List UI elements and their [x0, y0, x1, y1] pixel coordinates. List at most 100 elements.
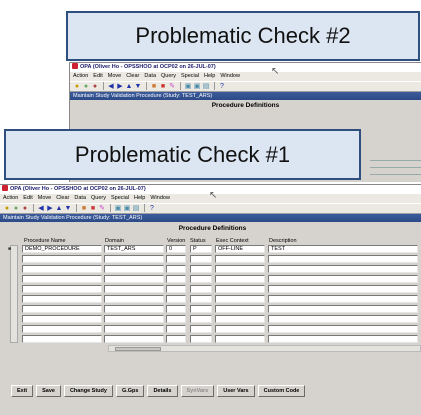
cell-version[interactable]	[166, 285, 186, 293]
cell-status[interactable]	[190, 305, 212, 313]
g-gps-button[interactable]: G.Gps	[115, 385, 145, 397]
cell-description[interactable]	[268, 295, 418, 303]
menu-move[interactable]: Move	[38, 195, 51, 201]
cell-status[interactable]	[190, 285, 212, 293]
delete-icon[interactable]: ■	[159, 82, 167, 91]
cell-status[interactable]	[190, 255, 212, 263]
save-icon[interactable]: ●	[3, 204, 11, 213]
cell-procedure-name[interactable]	[22, 315, 102, 323]
cell-exec-context[interactable]: OFF-LINE	[215, 245, 265, 253]
next-icon[interactable]: ▶	[46, 204, 54, 213]
prev-icon[interactable]: ◀	[107, 82, 115, 91]
cell-exec-context[interactable]	[215, 255, 265, 263]
cell-version[interactable]	[166, 275, 186, 283]
cell-status[interactable]	[190, 265, 212, 273]
scrollbar-thumb[interactable]	[115, 347, 161, 351]
cell-domain[interactable]	[104, 255, 164, 263]
cell-status[interactable]	[190, 295, 212, 303]
cell-domain[interactable]: TEST_ARS	[104, 245, 164, 253]
menu-edit[interactable]: Edit	[93, 73, 102, 79]
exit-icon[interactable]: ●	[21, 204, 29, 213]
insert-icon[interactable]: ■	[150, 82, 158, 91]
exit-icon[interactable]: ●	[91, 82, 99, 91]
menu-clear[interactable]: Clear	[56, 195, 69, 201]
list-icon[interactable]: ▤	[132, 204, 140, 213]
cell-status[interactable]: P	[190, 245, 212, 253]
cell-exec-context[interactable]	[215, 315, 265, 323]
delete-icon[interactable]: ■	[89, 204, 97, 213]
up-icon[interactable]: ▲	[125, 82, 133, 91]
cell-status[interactable]	[190, 325, 212, 333]
cell-version[interactable]	[166, 305, 186, 313]
cell-exec-context[interactable]	[215, 265, 265, 273]
details-button[interactable]: Details	[147, 385, 178, 397]
cell-procedure-name[interactable]	[22, 285, 102, 293]
cell-procedure-name[interactable]	[22, 305, 102, 313]
menu-help[interactable]: Help	[134, 195, 145, 201]
cell-exec-context[interactable]	[215, 285, 265, 293]
paste-icon[interactable]: ▣	[193, 82, 201, 91]
menu-special[interactable]: Special	[111, 195, 129, 201]
cell-domain[interactable]	[104, 305, 164, 313]
custom-code-button[interactable]: Custom Code	[257, 385, 306, 397]
menu-query[interactable]: Query	[91, 195, 106, 201]
cell-status[interactable]	[190, 315, 212, 323]
help-icon[interactable]: ?	[148, 204, 156, 213]
menu-clear[interactable]: Clear	[126, 73, 139, 79]
cell-version[interactable]: 0	[166, 245, 186, 253]
cell-domain[interactable]	[104, 315, 164, 323]
paste-icon[interactable]: ▣	[123, 204, 131, 213]
cell-version[interactable]	[166, 325, 186, 333]
save-icon[interactable]: ●	[73, 82, 81, 91]
menu-edit[interactable]: Edit	[23, 195, 32, 201]
up-icon[interactable]: ▲	[55, 204, 63, 213]
insert-icon[interactable]: ■	[80, 204, 88, 213]
cell-domain[interactable]	[104, 295, 164, 303]
menu-data[interactable]: Data	[144, 73, 156, 79]
list-icon[interactable]: ▤	[202, 82, 210, 91]
cell-description[interactable]	[268, 275, 418, 283]
cell-exec-context[interactable]	[215, 305, 265, 313]
horizontal-scrollbar[interactable]	[108, 345, 421, 352]
cell-exec-context[interactable]	[215, 295, 265, 303]
copy-icon[interactable]: ▣	[184, 82, 192, 91]
cell-version[interactable]	[166, 295, 186, 303]
next-icon[interactable]: ▶	[116, 82, 124, 91]
print-icon[interactable]: ●	[82, 82, 90, 91]
menu-data[interactable]: Data	[74, 195, 86, 201]
down-icon[interactable]: ▼	[64, 204, 72, 213]
menu-special[interactable]: Special	[181, 73, 199, 79]
menu-action[interactable]: Action	[73, 73, 88, 79]
cell-exec-context[interactable]	[215, 275, 265, 283]
cell-description[interactable]	[268, 285, 418, 293]
cell-description[interactable]	[268, 265, 418, 273]
down-icon[interactable]: ▼	[134, 82, 142, 91]
menu-move[interactable]: Move	[108, 73, 121, 79]
cell-description[interactable]: TEST	[268, 245, 418, 253]
cell-version[interactable]	[166, 255, 186, 263]
cell-version[interactable]	[166, 315, 186, 323]
cell-procedure-name[interactable]	[22, 295, 102, 303]
edit-icon[interactable]: ✎	[98, 204, 106, 213]
cell-description[interactable]	[268, 255, 418, 263]
prev-icon[interactable]: ◀	[37, 204, 45, 213]
menu-action[interactable]: Action	[3, 195, 18, 201]
cell-version[interactable]	[166, 335, 186, 343]
cell-procedure-name[interactable]	[22, 325, 102, 333]
cell-procedure-name[interactable]	[22, 335, 102, 343]
cell-procedure-name[interactable]: DEMO_PROCEDURE	[22, 245, 102, 253]
cell-domain[interactable]	[104, 285, 164, 293]
cell-domain[interactable]	[104, 265, 164, 273]
cell-status[interactable]	[190, 275, 212, 283]
cell-exec-context[interactable]	[215, 335, 265, 343]
cell-domain[interactable]	[104, 335, 164, 343]
cell-domain[interactable]	[104, 275, 164, 283]
cell-domain[interactable]	[104, 325, 164, 333]
exit-button[interactable]: Exit	[11, 385, 34, 397]
cell-version[interactable]	[166, 265, 186, 273]
cell-procedure-name[interactable]	[22, 265, 102, 273]
cell-description[interactable]	[268, 305, 418, 313]
cell-procedure-name[interactable]	[22, 275, 102, 283]
cell-description[interactable]	[268, 325, 418, 333]
cell-status[interactable]	[190, 335, 212, 343]
